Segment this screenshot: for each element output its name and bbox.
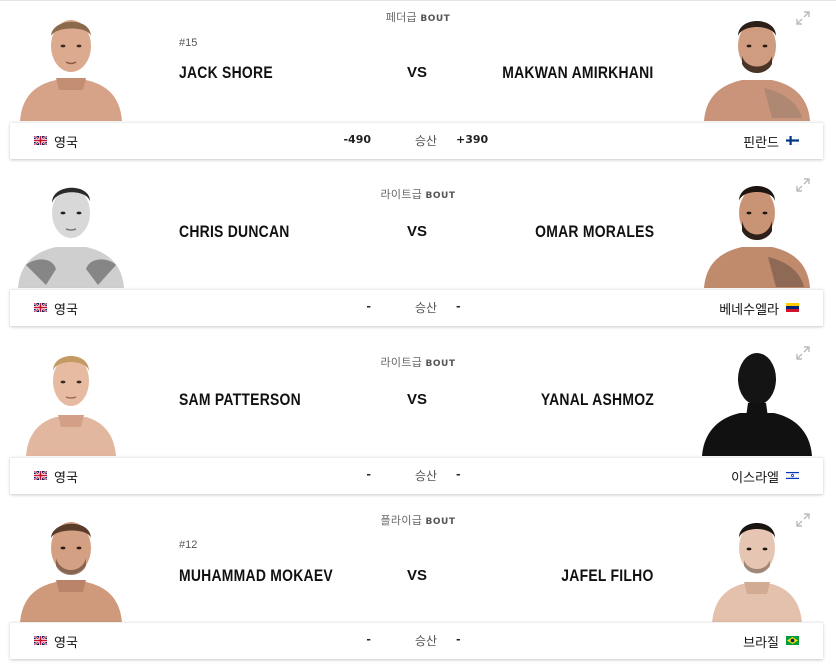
bout-label: BOUT xyxy=(425,359,456,369)
odds-left: - xyxy=(366,468,371,481)
country-left: 영국 xyxy=(54,303,78,318)
win-odds-label: 승산 xyxy=(414,634,438,648)
fighter-rank-left: #12 xyxy=(179,539,198,551)
odds-left: - xyxy=(366,633,371,646)
odds-left: -490 xyxy=(343,133,371,146)
win-odds-label: 승산 xyxy=(414,134,438,148)
country-left: 영국 xyxy=(54,636,78,651)
fight-info-bar: 영국 -490 승산 +390 핀란드 xyxy=(10,122,823,159)
fighter-silhouette-right xyxy=(702,353,812,456)
fighter-rank-left: #15 xyxy=(179,37,198,49)
fighter-photo-left xyxy=(18,187,124,288)
weight-class-label: 플라이급 xyxy=(380,515,423,527)
bout-card[interactable]: 라이트급 BOUT CHRIS DUNCAN VS OMAR MORALES 영… xyxy=(0,167,836,334)
country-right: 이스라엘 xyxy=(731,471,779,486)
fighter-name-left[interactable]: SAM PATTERSON xyxy=(179,390,301,410)
vs-label: VS xyxy=(407,567,428,584)
fighter-name-right[interactable]: YANAL ASHMOZ xyxy=(541,390,654,410)
fighter-photo-right xyxy=(704,21,810,121)
israel-flag-icon xyxy=(786,471,799,480)
vs-label: VS xyxy=(407,391,428,408)
country-right: 베네수엘라 xyxy=(719,303,779,318)
fighter-name-left[interactable]: MUHAMMAD MOKAEV xyxy=(179,566,333,586)
win-odds-label: 승산 xyxy=(414,301,438,315)
uk-flag-icon xyxy=(34,471,47,480)
odds-right: - xyxy=(456,468,461,481)
bout-label: BOUT xyxy=(420,14,451,24)
fight-info-bar: 영국 - 승산 - 이스라엘 xyxy=(10,457,823,494)
odds-right: - xyxy=(456,633,461,646)
odds-left: - xyxy=(366,300,371,313)
fight-info-bar: 영국 - 승산 - 브라질 xyxy=(10,622,823,659)
bout-card[interactable]: 라이트급 BOUT SAM PATTERSON VS YANAL ASHMOZ … xyxy=(0,335,836,502)
country-left: 영국 xyxy=(54,471,78,486)
odds-right: - xyxy=(456,300,461,313)
bout-label: BOUT xyxy=(425,517,456,527)
bout-card[interactable]: 플라이급 BOUT #12 MUHAMMAD MOKAEV VS JAFEL F… xyxy=(0,502,836,669)
fight-info-bar: 영국 - 승산 - 베네수엘라 xyxy=(10,289,823,326)
venezuela-flag-icon xyxy=(786,303,799,312)
weight-class-label: 페더급 xyxy=(385,12,417,24)
fighter-name-left[interactable]: CHRIS DUNCAN xyxy=(179,222,290,242)
country-right: 브라질 xyxy=(743,636,779,651)
fighter-photo-right xyxy=(704,186,810,288)
vs-label: VS xyxy=(407,223,428,240)
country-left: 영국 xyxy=(54,136,78,151)
bout-label: BOUT xyxy=(425,191,456,201)
fighter-name-right[interactable]: OMAR MORALES xyxy=(535,222,654,242)
weight-class-label: 라이트급 xyxy=(380,189,423,201)
uk-flag-icon xyxy=(34,303,47,312)
uk-flag-icon xyxy=(34,136,47,145)
odds-right: +390 xyxy=(456,133,489,146)
uk-flag-icon xyxy=(34,636,47,645)
fighter-photo-left xyxy=(26,356,116,456)
fighter-name-left[interactable]: JACK SHORE xyxy=(179,63,273,83)
fighter-name-right[interactable]: JAFEL FILHO xyxy=(562,566,654,586)
fighter-photo-right xyxy=(712,523,802,623)
fighter-photo-left xyxy=(20,20,122,121)
country-right: 핀란드 xyxy=(743,136,779,151)
fighter-name-right[interactable]: MAKWAN AMIRKHANI xyxy=(503,63,654,83)
fighter-photo-left xyxy=(20,522,122,623)
weight-class-label: 라이트급 xyxy=(380,357,423,369)
win-odds-label: 승산 xyxy=(414,469,438,483)
finland-flag-icon xyxy=(786,136,799,145)
vs-label: VS xyxy=(407,64,428,81)
bout-card[interactable]: 페더급 BOUT #15 JACK SHORE VS MAKWAN AMIRKH… xyxy=(0,0,836,167)
brazil-flag-icon xyxy=(786,636,799,645)
